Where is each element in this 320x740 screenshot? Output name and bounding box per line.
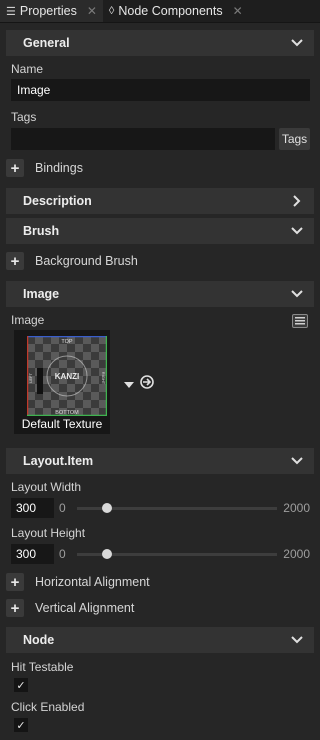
texture-top-text: TOP bbox=[61, 339, 73, 345]
vertical-alignment-row: + Vertical Alignment bbox=[6, 597, 314, 619]
layout-height-row: 300 0 2000 bbox=[11, 544, 310, 564]
layout-width-label: Layout Width bbox=[11, 480, 82, 494]
texture-right-text: RIGHT bbox=[101, 372, 106, 385]
section-brush-header[interactable]: Brush bbox=[6, 218, 314, 244]
background-brush-label: Background Brush bbox=[35, 254, 138, 268]
section-brush-title: Brush bbox=[23, 224, 60, 238]
layout-height-max: 2000 bbox=[283, 547, 310, 561]
layout-height-slider-thumb[interactable] bbox=[102, 548, 113, 559]
close-tab-node-components-icon[interactable]: ✕ bbox=[233, 4, 243, 18]
tab-properties[interactable]: ☰ Properties ✕ bbox=[0, 0, 103, 22]
properties-list-icon: ☰ bbox=[6, 5, 16, 18]
click-enabled-checkbox[interactable]: ✓ bbox=[14, 718, 28, 732]
texture-left-text: LEFT bbox=[28, 373, 33, 383]
tab-node-components-label: Node Components bbox=[118, 4, 223, 18]
chevron-down-icon bbox=[290, 36, 304, 50]
layout-width-slider-thumb[interactable] bbox=[102, 502, 113, 513]
node-components-icon: ◊ bbox=[108, 5, 115, 17]
texture-bottom-text: BOTTOM bbox=[55, 410, 79, 416]
section-node-title: Node bbox=[23, 633, 55, 647]
chevron-down-icon bbox=[290, 287, 304, 301]
layout-width-input[interactable]: 300 bbox=[11, 498, 54, 518]
bindings-row: + Bindings bbox=[6, 157, 314, 179]
add-binding-button[interactable]: + bbox=[6, 159, 24, 177]
layout-height-input[interactable]: 300 bbox=[11, 544, 54, 564]
horizontal-alignment-label: Horizontal Alignment bbox=[35, 575, 150, 589]
go-to-resource-icon[interactable] bbox=[139, 374, 155, 393]
chevron-right-icon bbox=[290, 194, 304, 208]
vertical-alignment-label: Vertical Alignment bbox=[35, 601, 135, 615]
tags-button[interactable]: Tags bbox=[279, 128, 310, 150]
tags-label: Tags bbox=[11, 110, 37, 124]
texture-name: Default Texture bbox=[21, 417, 103, 431]
tags-field[interactable] bbox=[11, 128, 275, 150]
layout-width-max: 2000 bbox=[283, 501, 310, 515]
tab-node-components[interactable]: ◊ Node Components ✕ bbox=[103, 0, 249, 22]
horizontal-alignment-row: + Horizontal Alignment bbox=[6, 571, 314, 593]
section-image-title: Image bbox=[23, 287, 60, 301]
chevron-down-icon bbox=[290, 633, 304, 647]
add-horizontal-alignment-button[interactable]: + bbox=[6, 573, 24, 591]
layout-height-min: 0 bbox=[59, 547, 66, 561]
add-background-brush-button[interactable]: + bbox=[6, 252, 24, 270]
chevron-down-icon bbox=[290, 224, 304, 238]
background-brush-row: + Background Brush bbox=[6, 250, 314, 272]
click-enabled-label: Click Enabled bbox=[11, 700, 85, 714]
image-label: Image bbox=[11, 313, 45, 327]
layout-width-row: 300 0 2000 bbox=[11, 498, 310, 518]
section-description-header[interactable]: Description bbox=[6, 188, 314, 214]
image-browser-icon[interactable] bbox=[292, 314, 308, 328]
hit-testable-label: Hit Testable bbox=[11, 660, 74, 674]
tab-properties-label: Properties bbox=[19, 4, 77, 18]
texture-logo-text: KANZI bbox=[55, 372, 79, 381]
bindings-label: Bindings bbox=[35, 161, 83, 175]
layout-height-slider[interactable] bbox=[77, 548, 278, 559]
texture-dropdown-icon[interactable] bbox=[124, 377, 134, 391]
section-layout-item-title: Layout.Item bbox=[23, 454, 94, 468]
section-node-header[interactable]: Node bbox=[6, 627, 314, 653]
section-general-header[interactable]: General bbox=[6, 30, 314, 56]
section-description-title: Description bbox=[23, 194, 92, 208]
hit-testable-checkbox[interactable]: ✓ bbox=[14, 678, 28, 692]
add-vertical-alignment-button[interactable]: + bbox=[6, 599, 24, 617]
chevron-down-icon bbox=[290, 454, 304, 468]
layout-width-slider[interactable] bbox=[77, 502, 278, 513]
name-field[interactable] bbox=[11, 79, 310, 101]
section-layout-item-header[interactable]: Layout.Item bbox=[6, 448, 314, 474]
close-tab-properties-icon[interactable]: ✕ bbox=[87, 4, 97, 18]
texture-card[interactable]: TOP BOTTOM LEFT RIGHT KANZI Default Text… bbox=[14, 330, 110, 434]
texture-thumbnail: TOP BOTTOM LEFT RIGHT KANZI bbox=[27, 336, 107, 416]
section-image-header[interactable]: Image bbox=[6, 281, 314, 307]
layout-width-min: 0 bbox=[59, 501, 66, 515]
tab-bar: ☰ Properties ✕ ◊ Node Components ✕ bbox=[0, 0, 320, 23]
layout-height-label: Layout Height bbox=[11, 526, 86, 540]
name-label: Name bbox=[11, 62, 44, 76]
section-general-title: General bbox=[23, 36, 70, 50]
